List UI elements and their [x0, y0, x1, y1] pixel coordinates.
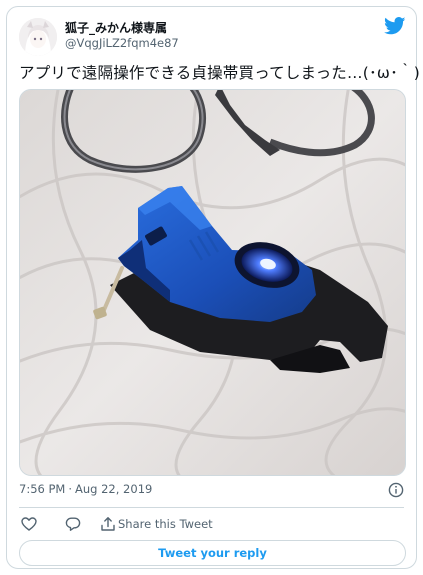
action-bar: Share this Tweet: [19, 513, 409, 535]
tweet-time: 7:56 PM: [19, 482, 66, 496]
share-label[interactable]: Share this Tweet: [118, 517, 213, 531]
info-icon[interactable]: [388, 482, 404, 498]
user-handle[interactable]: @VqgJiLZ2fqm4e87: [65, 36, 179, 50]
display-name[interactable]: 狐子_みかん様専属: [65, 19, 167, 36]
divider: [19, 507, 404, 508]
tweet-timestamp[interactable]: 7:56 PM · Aug 22, 2019: [19, 482, 152, 496]
tweet-text: アプリで遠隔操作できる貞操帯買ってしまった…(･ω･｀): [19, 64, 420, 82]
tweet-your-reply-button[interactable]: Tweet your reply: [19, 540, 406, 566]
tweet-date: Aug 22, 2019: [75, 482, 153, 496]
heart-icon[interactable]: [21, 516, 37, 532]
tweet-photo[interactable]: [19, 89, 406, 476]
meta-separator: ·: [68, 482, 72, 496]
avatar[interactable]: [19, 18, 57, 56]
share-icon[interactable]: [100, 516, 116, 532]
twitter-bird-icon[interactable]: [384, 17, 406, 35]
comment-bubble-icon[interactable]: [65, 516, 81, 532]
tweet-card: 狐子_みかん様専属 @VqgJiLZ2fqm4e87 アプリで遠隔操作できる貞操…: [6, 6, 420, 569]
